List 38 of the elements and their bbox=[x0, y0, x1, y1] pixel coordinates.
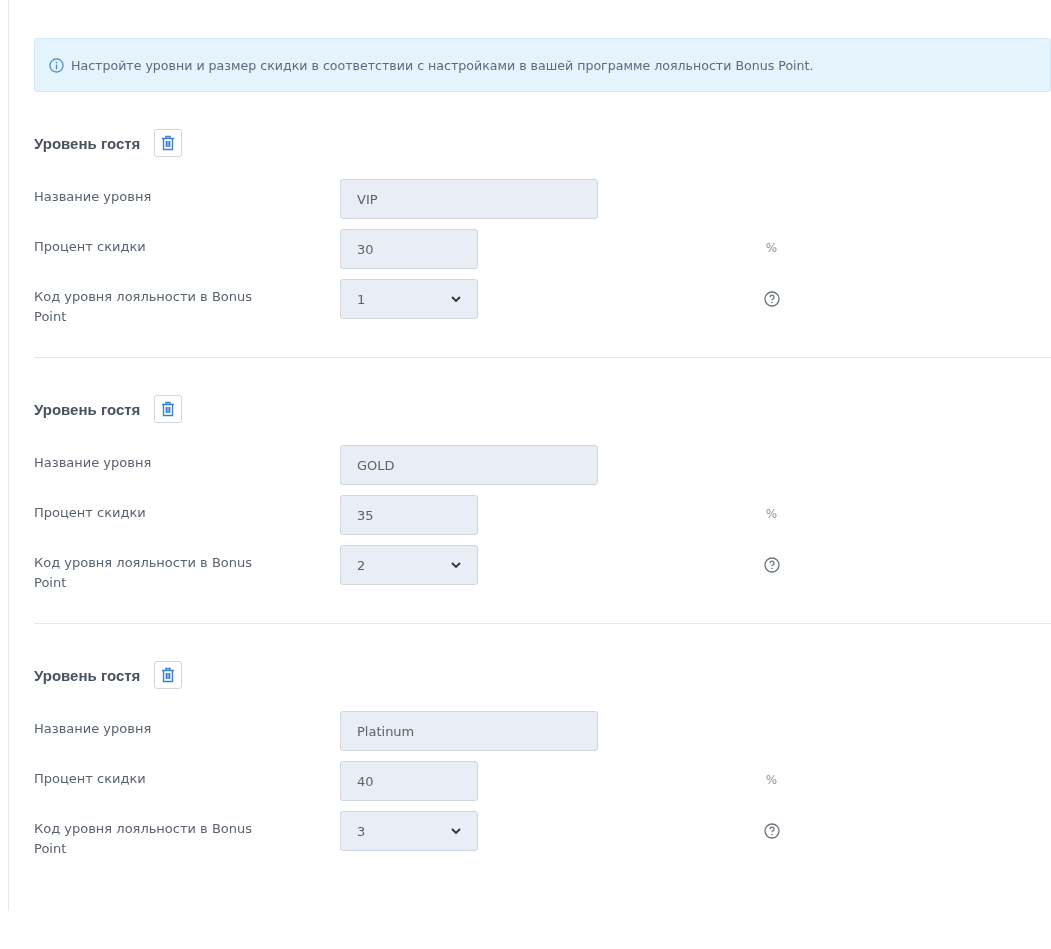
chevron-down-icon bbox=[451, 827, 461, 835]
field-label: Название уровня bbox=[34, 720, 153, 738]
delete-button[interactable] bbox=[154, 661, 183, 689]
info-icon bbox=[49, 57, 64, 73]
field-label: Код уровня лояльности в Bonus Point bbox=[34, 288, 254, 326]
dropdown[interactable]: 1 bbox=[340, 279, 478, 319]
field-label: Код уровня лояльности в Bonus Point bbox=[34, 820, 254, 858]
help-icon[interactable] bbox=[763, 557, 780, 573]
dropdown[interactable]: 2 bbox=[340, 545, 478, 585]
dropdown[interactable]: 3 bbox=[340, 811, 478, 851]
help-icon[interactable] bbox=[763, 291, 780, 307]
field-label: Код уровня лояльности в Bonus Point bbox=[34, 554, 254, 592]
input-field[interactable]: 35 bbox=[340, 495, 478, 535]
trash-icon bbox=[161, 667, 176, 683]
help-icon[interactable] bbox=[763, 823, 780, 839]
field-label: Процент скидки bbox=[34, 238, 147, 256]
section-title: Уровень гостя bbox=[34, 400, 141, 418]
field-label: Процент скидки bbox=[34, 770, 147, 788]
unit-label: % bbox=[765, 506, 779, 521]
input-field[interactable]: Platinum bbox=[340, 711, 598, 751]
chevron-down-icon bbox=[451, 295, 461, 303]
trash-icon bbox=[161, 401, 176, 417]
trash-icon bbox=[161, 135, 176, 151]
chevron-down-icon bbox=[451, 561, 461, 569]
delete-button[interactable] bbox=[154, 395, 183, 423]
unit-label: % bbox=[765, 240, 779, 255]
input-field[interactable]: VIP bbox=[340, 179, 598, 219]
input-field[interactable]: 30 bbox=[340, 229, 478, 269]
info-text: Настройте уровни и размер скидки в соответствии с настройками в вашей программе лояльности Bonus Point. bbox=[71, 57, 814, 73]
unit-label: % bbox=[765, 772, 779, 787]
field-label: Название уровня bbox=[34, 188, 153, 206]
section-title: Уровень гостя bbox=[34, 134, 141, 152]
input-field[interactable]: 40 bbox=[340, 761, 478, 801]
field-label: Процент скидки bbox=[34, 504, 147, 522]
section-title: Уровень гостя bbox=[34, 666, 141, 684]
delete-button[interactable] bbox=[154, 129, 183, 157]
input-field[interactable]: GOLD bbox=[340, 445, 598, 485]
field-label: Название уровня bbox=[34, 454, 153, 472]
